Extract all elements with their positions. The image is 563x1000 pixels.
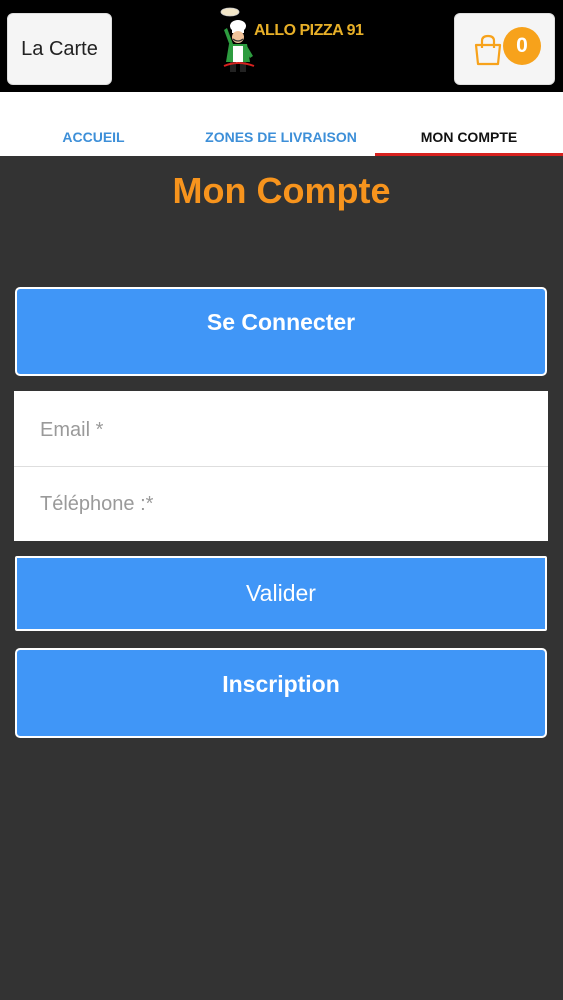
allo-pizza-logo[interactable]: ALLO PIZZA 91	[218, 6, 364, 74]
chef-mascot-icon	[220, 7, 255, 72]
login-form	[14, 391, 548, 541]
cart-count-badge: 0	[503, 27, 541, 65]
logo-text: ALLO PIZZA 91	[254, 22, 364, 39]
se-connecter-button[interactable]: Se Connecter	[15, 287, 547, 376]
app-header: La Carte ALLO PIZZA 91 0	[0, 0, 563, 92]
inscription-button[interactable]: Inscription	[15, 648, 547, 738]
la-carte-button[interactable]: La Carte	[7, 13, 112, 85]
page-title: Mon Compte	[172, 170, 391, 211]
telephone-field[interactable]	[14, 467, 548, 541]
tab-mon-compte[interactable]: MON COMPTE	[375, 92, 563, 156]
email-field[interactable]	[14, 393, 548, 467]
nav-tabs: ACCUEIL ZONES DE LIVRAISON MON COMPTE	[0, 92, 563, 156]
shopping-bag-icon	[474, 34, 502, 66]
tab-zones-de-livraison[interactable]: ZONES DE LIVRAISON	[187, 92, 375, 156]
tab-accueil[interactable]: ACCUEIL	[0, 92, 187, 156]
cart-button[interactable]: 0	[454, 13, 555, 85]
valider-button[interactable]: Valider	[15, 556, 547, 631]
